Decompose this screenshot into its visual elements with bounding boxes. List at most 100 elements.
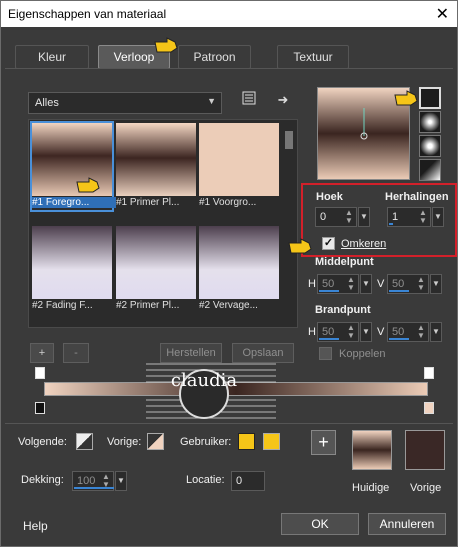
angle-dropdown[interactable]: ▼ bbox=[358, 207, 370, 227]
pointer-hand-icon bbox=[394, 90, 418, 106]
link-checkbox[interactable] bbox=[319, 347, 332, 360]
center-h-dropdown[interactable]: ▼ bbox=[360, 274, 372, 294]
focus-h-label: H bbox=[308, 326, 316, 338]
sunburst-type-icon[interactable] bbox=[419, 159, 441, 181]
center-v-value: 50 bbox=[392, 278, 405, 290]
tab-divider bbox=[5, 68, 453, 69]
focus-v-dropdown[interactable]: ▼ bbox=[430, 322, 442, 342]
focus-v-value: 50 bbox=[392, 326, 405, 338]
window-title: Eigenschappen van materiaal bbox=[8, 7, 167, 21]
gradient-thumbnail bbox=[32, 226, 112, 299]
focus-h-input[interactable]: 50 ▲ ▼ bbox=[317, 322, 359, 342]
gallery-item-label: #1 Foregro... bbox=[32, 197, 116, 208]
gallery-item-label: #1 Primer Pl... bbox=[116, 197, 180, 208]
center-h-input[interactable]: 50 ▲ ▼ bbox=[317, 274, 359, 294]
previous-swatch-label: Vorige bbox=[410, 482, 442, 494]
pointer-hand-icon bbox=[76, 177, 100, 193]
focus-v-input[interactable]: 50 ▲ ▼ bbox=[387, 322, 429, 342]
opacity-dropdown[interactable]: ▼ bbox=[115, 471, 127, 491]
current-swatch[interactable] bbox=[352, 430, 392, 470]
spinner-arrows-icon[interactable]: ▲ ▼ bbox=[101, 473, 111, 489]
focus-h-value: 50 bbox=[322, 326, 335, 338]
next-label: Volgende: bbox=[18, 436, 67, 448]
add-to-swatches-button[interactable]: + bbox=[311, 430, 336, 455]
focus-h-dropdown[interactable]: ▼ bbox=[360, 322, 372, 342]
gallery-item[interactable]: #2 Primer Pl... bbox=[116, 226, 196, 313]
gradient-gallery: #1 Foregro... #1 Primer Pl... #1 Voorgro… bbox=[28, 119, 298, 328]
next-swatch[interactable] bbox=[76, 433, 93, 450]
link-label[interactable]: Koppelen bbox=[339, 348, 386, 360]
angle-label: Hoek bbox=[316, 191, 343, 203]
previous-swatch[interactable] bbox=[405, 430, 445, 470]
opacity-input[interactable]: 100 ▲ ▼ bbox=[72, 471, 114, 491]
location-label: Locatie: bbox=[186, 474, 225, 486]
cancel-button[interactable]: Annuleren bbox=[368, 513, 446, 535]
category-dropdown-value: Alles bbox=[35, 97, 59, 109]
gallery-item[interactable]: #2 Vervage... bbox=[199, 226, 279, 313]
focus-h-slider-bar bbox=[319, 338, 339, 340]
close-icon[interactable]: ✕ bbox=[436, 4, 449, 24]
chevron-down-icon: ▼ bbox=[207, 96, 216, 106]
spinner-arrows-icon[interactable]: ▲ ▼ bbox=[418, 209, 428, 225]
ok-button[interactable]: OK bbox=[281, 513, 359, 535]
opacity-stop-right[interactable] bbox=[424, 367, 434, 379]
color-stop-left[interactable] bbox=[35, 402, 45, 414]
location-input[interactable]: 0 bbox=[231, 471, 265, 491]
remove-gradient-button[interactable]: - bbox=[63, 343, 89, 363]
user-swatch-1[interactable] bbox=[238, 433, 255, 450]
spinner-arrows-icon[interactable]: ▲ ▼ bbox=[416, 276, 426, 292]
prev-swatch[interactable] bbox=[147, 433, 164, 450]
repeats-label: Herhalingen bbox=[385, 191, 449, 203]
angle-input[interactable]: 0 ▲ ▼ bbox=[315, 207, 357, 227]
add-gradient-button[interactable]: + bbox=[30, 343, 54, 363]
arrow-right-icon[interactable]: ➜ bbox=[273, 90, 293, 110]
section-divider bbox=[5, 423, 453, 424]
current-swatch-label: Huidige bbox=[352, 482, 390, 494]
scrollbar-thumb[interactable] bbox=[285, 131, 293, 149]
tab-textuur[interactable]: Textuur bbox=[277, 45, 349, 69]
gallery-item[interactable]: #1 Voorgro... bbox=[199, 123, 279, 210]
radial-type-icon[interactable] bbox=[419, 135, 441, 157]
watermark-logo: claudia bbox=[146, 363, 276, 419]
center-v-slider-bar bbox=[389, 290, 409, 292]
gallery-item[interactable]: #2 Fading F... bbox=[32, 226, 112, 313]
linear-type-icon[interactable] bbox=[419, 87, 441, 109]
spinner-arrows-icon[interactable]: ▲ ▼ bbox=[416, 324, 426, 340]
category-dropdown[interactable]: Alles ▼ bbox=[28, 92, 222, 114]
spinner-arrows-icon[interactable]: ▲ ▼ bbox=[346, 276, 356, 292]
repeats-dropdown[interactable]: ▼ bbox=[432, 207, 444, 227]
center-v-dropdown[interactable]: ▼ bbox=[430, 274, 442, 294]
help-link[interactable]: Help bbox=[23, 519, 48, 533]
pointer-hand-icon bbox=[154, 37, 178, 53]
svg-text:claudia: claudia bbox=[171, 370, 237, 391]
angle-value: 0 bbox=[320, 211, 327, 223]
center-v-label: V bbox=[377, 278, 385, 290]
repeats-input[interactable]: 1 ▲ ▼ bbox=[387, 207, 431, 227]
gallery-item[interactable]: #1 Primer Pl... bbox=[116, 123, 196, 210]
user-swatch-2[interactable] bbox=[263, 433, 280, 450]
focus-label: Brandpunt bbox=[315, 304, 371, 316]
title-bar: Eigenschappen van materiaal ✕ bbox=[1, 1, 457, 27]
center-label: Middelpunt bbox=[315, 256, 374, 268]
gradient-thumbnail bbox=[199, 123, 279, 196]
opacity-stop-left[interactable] bbox=[35, 367, 45, 379]
gradient-thumbnail bbox=[116, 123, 196, 196]
focus-v-label: V bbox=[377, 326, 385, 338]
gallery-item[interactable]: #1 Foregro... bbox=[30, 121, 116, 212]
gallery-scrollbar[interactable] bbox=[283, 121, 295, 326]
spinner-arrows-icon[interactable]: ▲ ▼ bbox=[344, 209, 354, 225]
color-stop-right[interactable] bbox=[424, 402, 434, 414]
invert-checkbox[interactable]: ✓ bbox=[322, 237, 335, 250]
material-properties-dialog: Eigenschappen van materiaal ✕ Kleur Verl… bbox=[0, 0, 458, 547]
tab-bar: Kleur Verloop Patroon Textuur bbox=[1, 45, 457, 69]
tab-patroon[interactable]: Patroon bbox=[178, 45, 251, 69]
pointer-hand-icon bbox=[288, 238, 312, 254]
rectangular-type-icon[interactable] bbox=[419, 111, 441, 133]
spinner-arrows-icon[interactable]: ▲ ▼ bbox=[346, 324, 356, 340]
gradient-thumbnail bbox=[116, 226, 196, 299]
tab-kleur[interactable]: Kleur bbox=[15, 45, 89, 69]
view-options-icon[interactable] bbox=[239, 91, 259, 111]
prev-label: Vorige: bbox=[107, 436, 142, 448]
center-v-input[interactable]: 50 ▲ ▼ bbox=[387, 274, 429, 294]
invert-label[interactable]: Omkeren bbox=[341, 238, 386, 250]
